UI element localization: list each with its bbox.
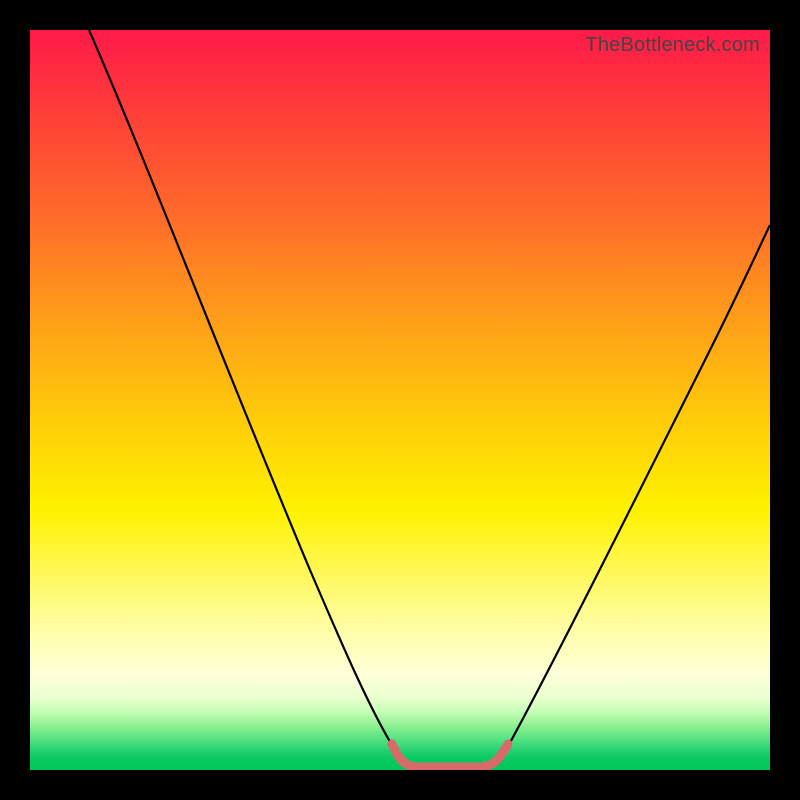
optimal-zone-marker <box>392 744 508 767</box>
bottleneck-curve-svg <box>30 30 770 770</box>
chart-area: TheBottleneck.com <box>30 30 770 770</box>
watermark-text: TheBottleneck.com <box>585 34 760 57</box>
bottleneck-curve-path <box>89 30 770 768</box>
